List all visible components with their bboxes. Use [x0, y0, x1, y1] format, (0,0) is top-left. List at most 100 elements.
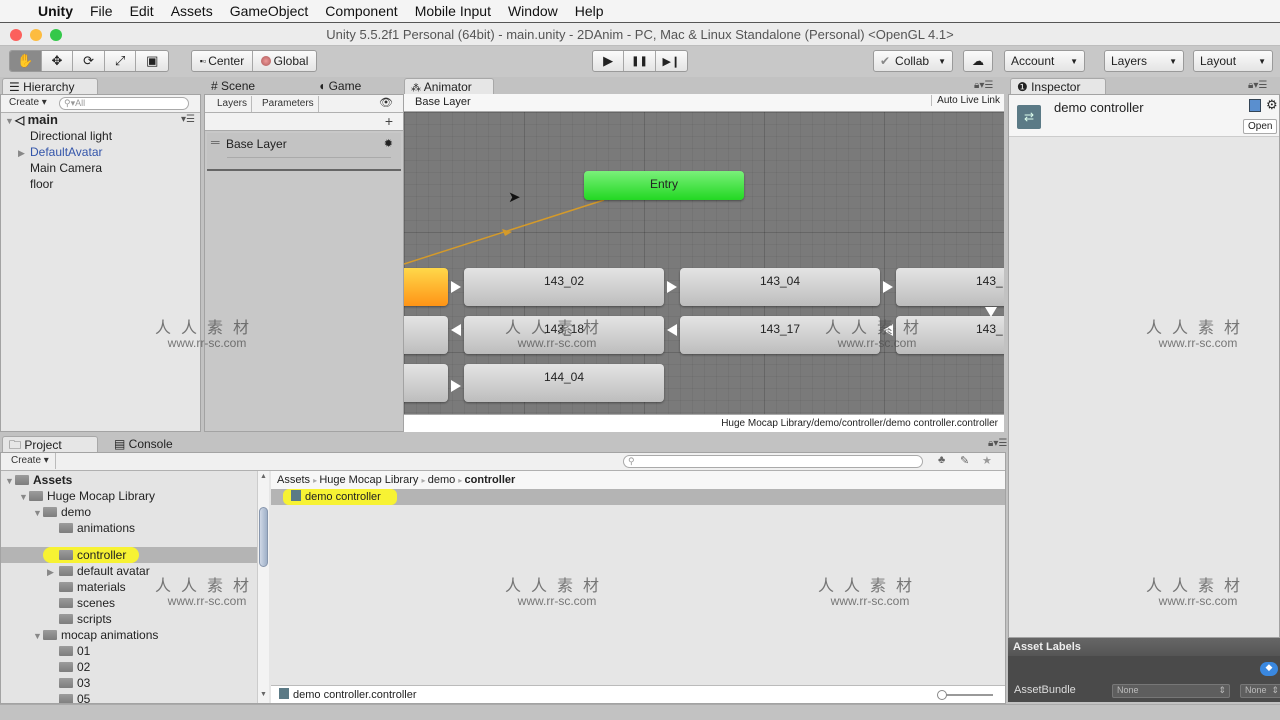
expand-triangle-icon[interactable]: ▶ — [47, 564, 59, 580]
layers-tab[interactable]: Layers — [217, 96, 253, 112]
state-node[interactable] — [404, 364, 448, 402]
parameters-tab[interactable]: Parameters — [262, 96, 319, 112]
eye-icon[interactable]: 👁︎ — [379, 95, 393, 111]
hierarchy-create-button[interactable]: Create ▾ — [9, 95, 47, 111]
tree-scrollbar[interactable]: ▲ ▼ — [257, 471, 269, 703]
gear-icon[interactable]: ⚙ — [1266, 97, 1278, 113]
transition-arrow-icon[interactable] — [451, 380, 461, 392]
filter-label-icon[interactable]: ✎ — [960, 454, 969, 467]
expand-triangle-icon[interactable]: ▼ — [33, 505, 43, 521]
lock-icon[interactable]: 🔒︎▾☰ — [974, 80, 993, 91]
tab-scene[interactable]: # Scene — [205, 78, 275, 94]
auto-live-link-button[interactable]: Auto Live Link — [931, 95, 1000, 106]
zoom-window-button[interactable] — [50, 29, 62, 41]
default-state-node[interactable] — [404, 268, 448, 306]
hierarchy-item[interactable]: floor — [30, 176, 53, 192]
tab-hierarchy[interactable]: ☰ Hierarchy — [2, 78, 98, 94]
pivot-center-button[interactable]: ▪▫ Center — [192, 51, 254, 71]
state-node[interactable] — [404, 316, 448, 354]
breadcrumb-assets[interactable]: Assets — [277, 474, 310, 486]
menu-component[interactable]: Component — [325, 3, 397, 19]
menu-assets[interactable]: Assets — [171, 3, 213, 19]
tree-item[interactable]: 05 — [59, 691, 90, 703]
label-tag-icon[interactable]: ◆ — [1260, 662, 1278, 676]
slider-thumb[interactable] — [937, 690, 947, 700]
move-tool-button[interactable]: ✥ — [42, 51, 74, 71]
scroll-down-icon[interactable]: ▼ — [260, 691, 267, 698]
step-button[interactable]: ▶❙ — [656, 51, 687, 71]
expand-triangle-icon[interactable]: ▼ — [33, 628, 43, 644]
layers-dropdown[interactable]: Layers ▼ — [1104, 50, 1184, 72]
project-lock-icon[interactable]: 🔒︎▾☰ — [988, 438, 1007, 449]
layout-dropdown[interactable]: Layout ▼ — [1193, 50, 1273, 72]
scroll-up-icon[interactable]: ▲ — [260, 473, 267, 480]
tree-item[interactable]: ▼ mocap animations — [33, 627, 158, 643]
breadcrumb-demo[interactable]: demo — [428, 474, 456, 486]
hierarchy-item[interactable]: ▶ DefaultAvatar — [18, 144, 103, 160]
icon-size-slider[interactable] — [937, 690, 993, 700]
menu-help[interactable]: Help — [575, 3, 604, 19]
entry-node[interactable]: Entry — [584, 171, 744, 200]
tab-inspector[interactable]: ❶ Inspector — [1010, 78, 1106, 94]
menu-mobile-input[interactable]: Mobile Input — [415, 3, 491, 19]
help-book-icon[interactable] — [1249, 99, 1261, 112]
hand-tool-button[interactable]: ✋ — [10, 51, 42, 71]
state-node[interactable]: 143_ — [896, 268, 1004, 306]
inspector-lock-icon[interactable]: 🔒︎▾☰ — [1248, 80, 1267, 91]
menu-edit[interactable]: Edit — [130, 3, 154, 19]
expand-triangle-icon[interactable]: ▼ — [19, 489, 29, 505]
hierarchy-item[interactable]: Main Camera — [30, 160, 102, 176]
tree-item[interactable]: ▶ default avatar — [47, 563, 150, 579]
scroll-thumb[interactable] — [259, 507, 268, 567]
state-node[interactable]: 143_04 — [680, 268, 880, 306]
variant-select[interactable]: None ⇕ — [1240, 684, 1280, 698]
transition-arrow-icon[interactable] — [667, 281, 677, 293]
menu-window[interactable]: Window — [508, 3, 558, 19]
tree-item[interactable]: scenes — [59, 595, 115, 611]
favorite-star-icon[interactable]: ★ — [982, 454, 992, 467]
animator-graph[interactable]: Entry 143_02 143_04 143_ 143_18 143_17 1… — [404, 112, 1004, 414]
add-layer-button[interactable]: + — [385, 113, 393, 129]
menu-gameobject[interactable]: GameObject — [230, 3, 309, 19]
scale-tool-button[interactable]: ⤢ — [105, 51, 137, 71]
transition-arrow-icon[interactable] — [883, 281, 893, 293]
transition-arrow-icon[interactable] — [451, 324, 461, 336]
collab-dropdown[interactable]: ✔ Collab ▼ — [873, 50, 953, 72]
tree-item[interactable]: scripts — [59, 611, 112, 627]
tree-item[interactable]: animations — [59, 520, 135, 536]
state-node[interactable]: 143_17 — [680, 316, 880, 354]
close-window-button[interactable] — [10, 29, 22, 41]
hierarchy-item[interactable]: Directional light — [30, 128, 112, 144]
breadcrumb-huge-mocap-library[interactable]: Huge Mocap Library — [319, 474, 418, 486]
tree-item[interactable]: 03 — [59, 675, 90, 691]
breadcrumb-base-layer[interactable]: Base Layer — [415, 96, 471, 108]
expand-triangle-icon[interactable]: ▼ — [5, 113, 15, 129]
tab-animator[interactable]: ⁂ Animator — [404, 78, 494, 94]
project-create-button[interactable]: Create ▾ — [11, 453, 56, 469]
transition-arrow-icon[interactable] — [667, 324, 677, 336]
state-node[interactable]: 144_04 — [464, 364, 664, 402]
rotate-tool-button[interactable]: ⟳ — [73, 51, 105, 71]
cloud-button[interactable]: ☁ — [963, 50, 993, 72]
tree-item-selected[interactable]: controller — [59, 547, 126, 563]
gear-icon[interactable]: ✹ — [384, 137, 393, 150]
scene-menu-icon[interactable]: ▾☰ — [181, 114, 195, 125]
transition-arrow-icon[interactable] — [985, 307, 997, 317]
transition-arrow-icon[interactable] — [451, 281, 461, 293]
menu-file[interactable]: File — [90, 3, 113, 19]
tree-item[interactable]: 01 — [59, 643, 90, 659]
tab-project[interactable]: 🗀︎ Project — [2, 436, 98, 452]
tree-item[interactable]: ▼ Assets — [5, 472, 72, 488]
space-global-button[interactable]: Global — [253, 51, 316, 71]
hierarchy-search-input[interactable]: ⚲▾All — [59, 97, 189, 110]
rect-tool-button[interactable]: ▣ — [136, 51, 168, 71]
pause-button[interactable]: ❚❚ — [624, 51, 656, 71]
scene-row[interactable]: ▼◁ main — [5, 112, 58, 128]
assetbundle-select[interactable]: None ⇕ — [1112, 684, 1230, 698]
account-dropdown[interactable]: Account ▼ — [1004, 50, 1085, 72]
state-node[interactable]: 143_18 — [464, 316, 664, 354]
tab-console[interactable]: ▤ Console — [108, 436, 188, 452]
project-search-input[interactable]: ⚲ — [623, 455, 923, 468]
filter-type-icon[interactable]: ♣ — [938, 454, 945, 466]
expand-triangle-icon[interactable]: ▶ — [18, 145, 30, 161]
